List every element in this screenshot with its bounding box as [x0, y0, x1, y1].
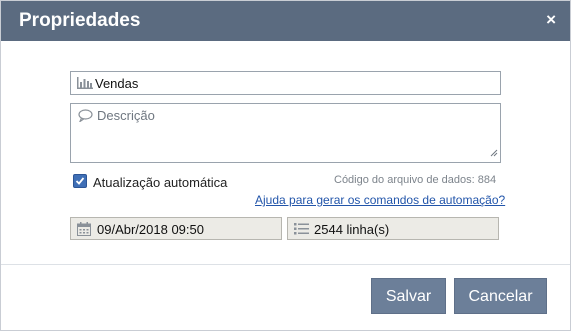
bar-chart-icon [77, 77, 93, 92]
close-icon[interactable]: × [546, 10, 556, 30]
dialog-title: Propriedades [19, 10, 141, 31]
resize-grip-icon[interactable] [490, 145, 498, 160]
name-value: Vendas [95, 76, 139, 91]
auto-update-label[interactable]: Atualização automática [93, 175, 227, 190]
calendar-icon [77, 222, 91, 239]
properties-dialog: Propriedades × Vendas Descrição Atualiza… [0, 0, 571, 331]
description-textarea[interactable]: Descrição [70, 103, 501, 163]
data-file-code: Código do arquivo de dados: 884 [334, 174, 497, 186]
footer-divider [1, 264, 570, 265]
date-field: 09/Abr/2018 09:50 [70, 217, 282, 240]
row-count-field: 2544 linha(s) [287, 217, 499, 240]
save-button[interactable]: Salvar [371, 278, 446, 314]
automation-help-link[interactable]: Ajuda para gerar os comandos de automaçã… [255, 193, 505, 207]
list-icon [294, 222, 309, 238]
row-count-value: 2544 linha(s) [314, 222, 390, 237]
description-placeholder: Descrição [97, 108, 155, 123]
speech-bubble-icon [78, 109, 93, 125]
date-value: 09/Abr/2018 09:50 [97, 222, 204, 237]
auto-update-checkbox[interactable] [73, 174, 87, 188]
name-input[interactable]: Vendas [70, 71, 501, 95]
dialog-header: Propriedades × [1, 1, 570, 41]
cancel-button[interactable]: Cancelar [454, 278, 547, 314]
